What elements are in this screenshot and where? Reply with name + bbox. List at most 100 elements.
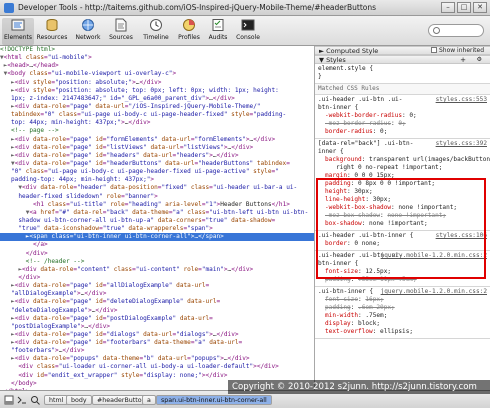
css-declaration[interactable]: margin: 0 0 0 15px;	[318, 172, 487, 180]
dom-node-selected[interactable]: ►<span class="ui-btn-inner ui-btn-corner…	[0, 233, 314, 242]
add-rule-icon[interactable]: +	[460, 56, 466, 64]
css-declaration[interactable]: font-size: 12.5px;	[318, 268, 487, 276]
css-declaration[interactable]: -moz-border-radius: 0;	[318, 120, 487, 128]
dom-node[interactable]: <!-- /header -->	[0, 258, 314, 266]
css-rule[interactable]: .ui-header .ui-btn .ui-btn-inner {styles…	[315, 95, 490, 139]
css-declaration[interactable]: padding: .55em 11px .5em;	[318, 276, 487, 284]
dom-node[interactable]: shadow ui-btn-corner-all ui-btn-up-a" da…	[0, 217, 314, 225]
css-declaration[interactable]: min-width: .75em;	[318, 312, 487, 320]
dom-node[interactable]: <div id="endit_ext_wrapper" style="displ…	[0, 372, 314, 380]
dom-node[interactable]: ▼<body class="ui-mobile-viewport ui-over…	[0, 70, 314, 78]
dom-node[interactable]: ►<div data-role="content" class="ui-cont…	[0, 266, 314, 274]
dom-node[interactable]: <!DOCTYPE html>	[0, 46, 314, 54]
css-declaration[interactable]: right 0 no-repeat !important;	[318, 164, 487, 172]
css-declaration[interactable]: height: 30px;	[318, 188, 487, 196]
styles-header[interactable]: ▼ Styles + ⚙	[315, 55, 490, 64]
dom-node[interactable]: ►<div data-role="page" id="dialogs" data…	[0, 331, 314, 339]
dom-node[interactable]: "true" data-iconshadow="true" data-wrapp…	[0, 225, 314, 233]
dom-node[interactable]: ▼<a href="#" data-rel="back" data-theme=…	[0, 209, 314, 217]
dom-node[interactable]: header-fixed slidedown" role="banner">	[0, 193, 314, 201]
dom-node[interactable]: </div>	[0, 274, 314, 282]
css-declaration[interactable]: -webkit-box-shadow: none !important;	[318, 204, 487, 212]
css-declaration[interactable]: text-overflow: ellipsis;	[318, 328, 487, 336]
breadcrumb-item[interactable]: a	[142, 395, 156, 405]
dom-node[interactable]: padding-top: 44px; min-height: 437px;">	[0, 176, 314, 184]
dom-node[interactable]: "allDialogExample">…</div>	[0, 290, 314, 298]
dom-token: data-iconshadow	[44, 225, 100, 233]
dom-node[interactable]: <h1 class="ui-title" role="heading" aria…	[0, 201, 314, 209]
css-value: 30px;	[372, 196, 392, 203]
show-inherited-checkbox[interactable]: Show inherited	[430, 47, 484, 55]
dom-node[interactable]: ►<div data-role="page" id="listViews" da…	[0, 144, 314, 152]
dom-node[interactable]: </div>	[0, 250, 314, 258]
css-rule[interactable]: .ui-header .ui-btn-inner {styles.css:106…	[315, 231, 490, 251]
dom-node[interactable]: ►<div data-role="page" id="allDialogExam…	[0, 282, 314, 290]
css-declaration[interactable]: display: block;	[318, 320, 487, 328]
css-source-link[interactable]: styles.css:106	[436, 232, 487, 240]
css-declaration[interactable]: background: transparent url(images/backB…	[318, 156, 490, 164]
dom-node[interactable]: ►<div data-role="page" data-url="/iOS-In…	[0, 103, 314, 111]
dock-icon[interactable]	[4, 395, 14, 405]
css-declaration[interactable]: -webkit-border-radius: 0;	[318, 112, 487, 120]
breadcrumb-item[interactable]: html	[44, 395, 69, 405]
search-input[interactable]	[428, 24, 484, 37]
tab-profiles[interactable]: Profiles	[173, 18, 205, 45]
dom-node[interactable]: </a>	[0, 241, 314, 249]
css-declaration[interactable]: border-radius: 0;	[318, 128, 487, 136]
dom-node[interactable]: "footerbars">…</div>	[0, 347, 314, 355]
dom-node[interactable]: ►<div data-role="page" id="postDialogExa…	[0, 315, 314, 323]
css-declaration[interactable]: -moz-box-shadow: none !important;	[318, 212, 487, 220]
tab-resources[interactable]: Resources	[36, 18, 68, 45]
inspect-icon[interactable]	[30, 395, 40, 405]
tab-sources[interactable]: Sources	[105, 18, 137, 45]
dom-node[interactable]: tabindex="0" class="ui-page ui-body-c ui…	[0, 111, 314, 119]
dom-node[interactable]: ►<div data-role="popups" data-theme="b" …	[0, 355, 314, 363]
css-declaration[interactable]: padding: 0 8px 0 0 !important;	[318, 180, 487, 188]
gear-icon[interactable]: ⚙	[477, 56, 482, 64]
dom-node[interactable]: ▼<html class="ui-mobile">	[0, 54, 314, 62]
dom-node[interactable]: <!-- page -->	[0, 127, 314, 135]
close-button[interactable]: ✕	[473, 2, 487, 13]
dom-tree[interactable]: <!DOCTYPE html> ▼<html class="ui-mobile">…	[0, 46, 314, 390]
dom-node[interactable]: ▼<div data-role="page" id="headerButtons…	[0, 160, 314, 168]
tab-audits[interactable]: Audits	[202, 18, 234, 45]
dom-node[interactable]: top: 44px; min-height: 437px;">…</div>	[0, 119, 314, 127]
dom-node[interactable]: ►<div data-role="page" id="deleteDialogE…	[0, 298, 314, 306]
css-rule[interactable]: [data-rel="back"] .ui-btn-inner {styles.…	[315, 139, 490, 231]
tab-console[interactable]: Console	[232, 18, 264, 45]
computed-style-header[interactable]: ► Computed Style Show inherited	[315, 46, 490, 55]
tab-network[interactable]: Network	[72, 18, 104, 45]
dom-node[interactable]: "postDialogExample">…</div>	[0, 323, 314, 331]
tab-timeline[interactable]: Timeline	[140, 18, 172, 45]
css-declaration[interactable]: padding: .6em 20px;	[318, 304, 487, 312]
maximize-button[interactable]: □	[457, 2, 471, 13]
dom-node[interactable]: ►<div data-role="page" id="footerbars" d…	[0, 339, 314, 347]
dom-node[interactable]: ►<div style="position: absolute; top: 0p…	[0, 87, 314, 95]
dom-node[interactable]: ►<div style="position: absolute;">…</div…	[0, 79, 314, 87]
css-rule[interactable]: .ui-btn-inner {jquery.mobile-1.2.0.min.c…	[315, 287, 490, 339]
css-source-link[interactable]: jquery.mobile-1.2.0.min.css:2	[381, 288, 487, 296]
css-declaration[interactable]: border: 0 none;	[318, 240, 487, 248]
console-toggle-icon[interactable]	[17, 395, 27, 405]
dom-node[interactable]: ►<div data-role="page" id="headers" data…	[0, 152, 314, 160]
css-source-link[interactable]: styles.css:553	[436, 96, 487, 104]
css-declaration[interactable]: box-shadow: none !important;	[318, 220, 487, 228]
dom-node[interactable]: 1px; z-index: 2147483647;" id="_GPL_e6a0…	[0, 95, 314, 103]
breadcrumb-item[interactable]: span.ui-btn-inner.ui-btn-corner-all	[156, 395, 272, 405]
dom-node[interactable]: <div class="ui-loader ui-corner-all ui-b…	[0, 363, 314, 371]
dom-node[interactable]: ►<div data-role="page" id="formElements"…	[0, 136, 314, 144]
minimize-button[interactable]: –	[441, 2, 455, 13]
css-declaration[interactable]: line-height: 30px;	[318, 196, 487, 204]
dom-node[interactable]: ►<head>…</head>	[0, 62, 314, 70]
dom-node[interactable]: "0" class="ui-page ui-body-c ui-page-hea…	[0, 168, 314, 176]
dom-token: data-url	[143, 151, 173, 159]
tab-elements[interactable]: Elements	[2, 18, 34, 45]
dom-node[interactable]: "deleteDialogExample">…</div>	[0, 307, 314, 315]
css-rule[interactable]: .ui-header .ui-btn .ui-btn-inner {jquery…	[315, 251, 490, 287]
element-style-rule[interactable]: element.style { }	[315, 64, 490, 84]
css-source-link[interactable]: styles.css:392	[436, 140, 487, 148]
css-declaration[interactable]: font-size: 16px;	[318, 296, 487, 304]
css-source-link[interactable]: jquery.mobile-1.2.0.min.css:2	[381, 252, 487, 260]
breadcrumb-item[interactable]: body	[66, 395, 92, 405]
dom-node[interactable]: ▼<div data-role="header" data-position="…	[0, 184, 314, 192]
